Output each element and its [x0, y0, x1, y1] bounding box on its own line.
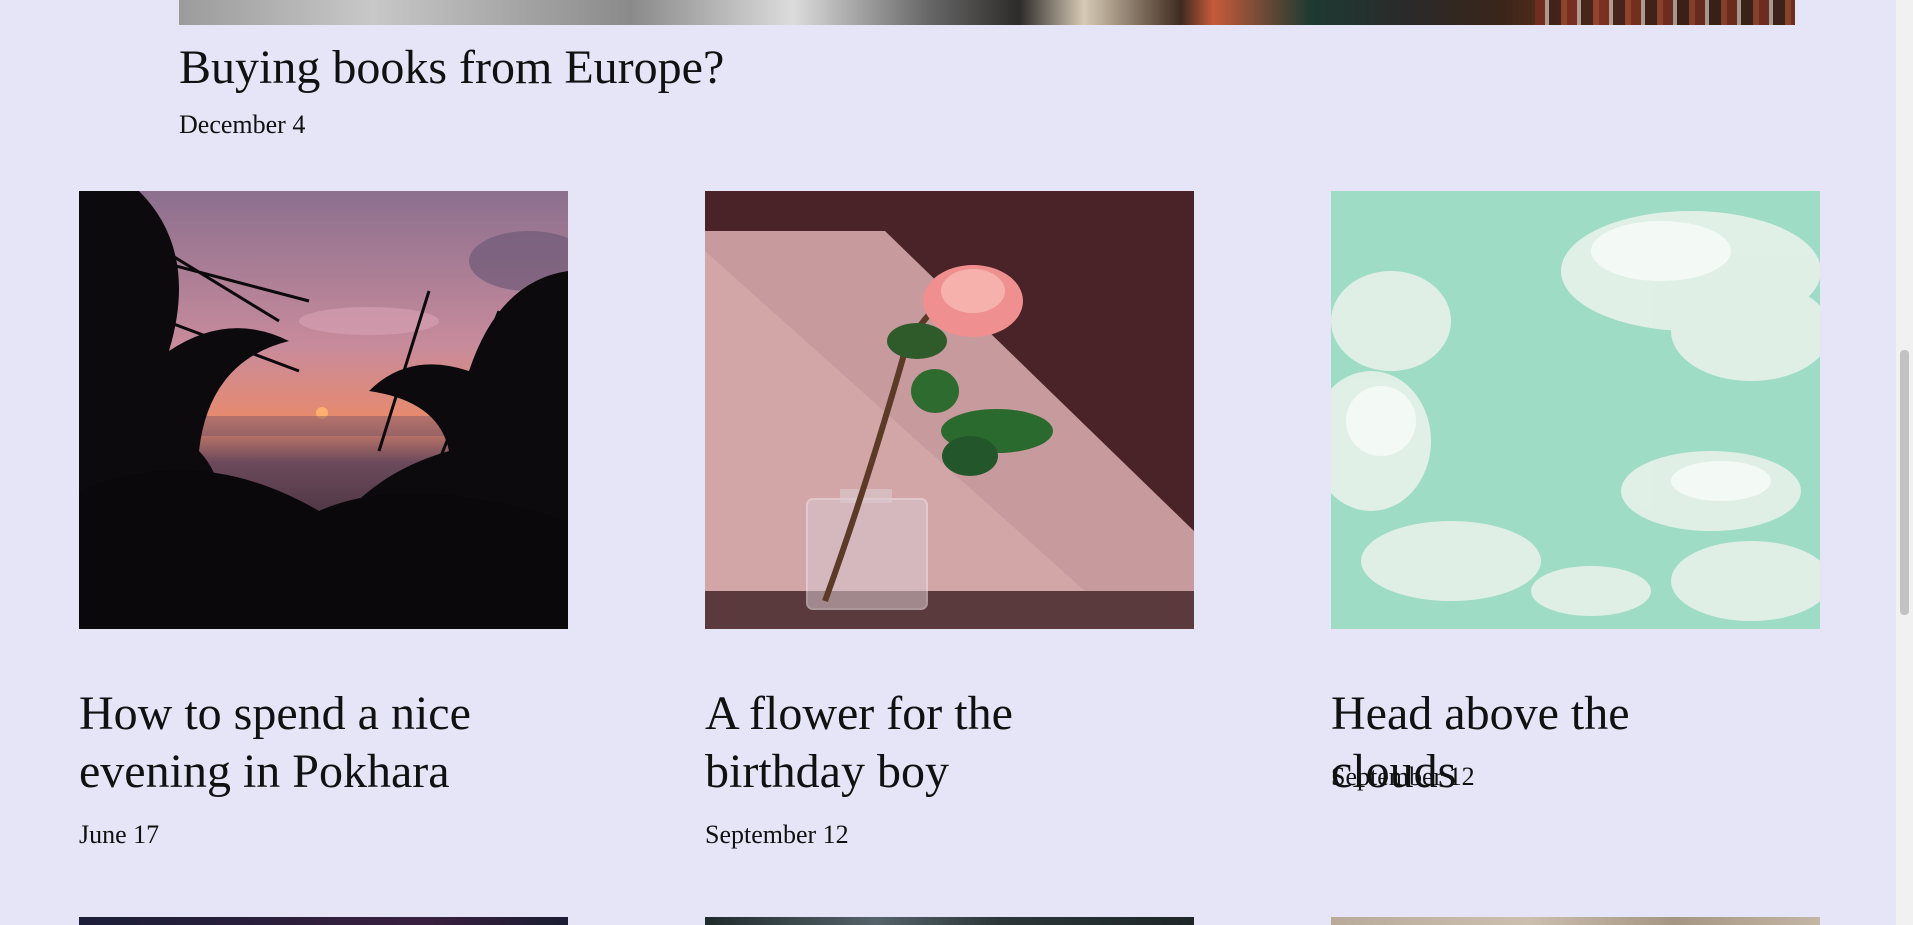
blog-page: Buying books from Europe? December 4 How…	[0, 0, 1913, 925]
featured-post-title[interactable]: Buying books from Europe?	[179, 40, 724, 96]
scrollbar-thumb[interactable]	[1900, 350, 1909, 615]
featured-post-date: December 4	[179, 110, 306, 139]
post-title[interactable]: A flower for the birthday boy	[705, 685, 1125, 801]
post-date: September 12	[705, 820, 849, 849]
post-image-palm-sunset[interactable]	[79, 191, 568, 629]
post-image-next-row[interactable]	[79, 917, 568, 925]
post-date: June 17	[79, 820, 160, 849]
post-image-next-row[interactable]	[705, 917, 1194, 925]
post-image-next-row[interactable]	[1331, 917, 1820, 925]
featured-post-image[interactable]	[179, 0, 1795, 25]
post-image-rose-in-vase[interactable]	[705, 191, 1194, 629]
bookshelf-image-detail	[1535, 0, 1795, 25]
page-scrollbar[interactable]	[1896, 0, 1913, 925]
post-image-clouds-sky[interactable]	[1331, 191, 1820, 629]
post-date: September 12	[1331, 762, 1475, 791]
post-title[interactable]: How to spend a nice evening in Pokhara	[79, 685, 499, 801]
